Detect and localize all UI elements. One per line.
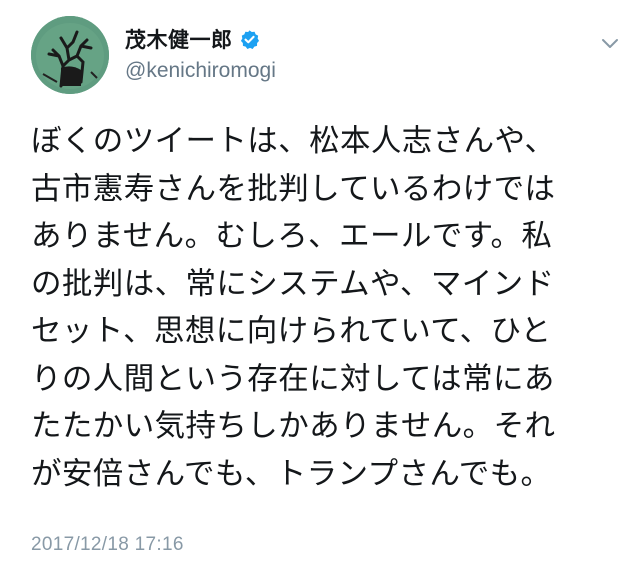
display-name[interactable]: 茂木健一郎 xyxy=(125,24,233,54)
tweet-text-line: ありません。むしろ、エールです。私 xyxy=(31,219,553,254)
tweet-text-line: たたかい気持ちしかありません。それ xyxy=(31,409,556,444)
tweet-text-line: が安倍さんでも、トランプさんでも。 xyxy=(31,456,552,492)
tweet-text-line: 古市憲寿さんを批判しているわけでは xyxy=(31,171,556,207)
verified-badge-icon xyxy=(239,29,260,50)
tweet-text-line: ぼくのツイートは、松本人志さんや、 xyxy=(31,124,556,159)
tweet-card: 茂木健一郎 @kenichiromogi ぼくのツイートは、松本人志さんや、 古… xyxy=(0,0,640,576)
tweet-text: ぼくのツイートは、松本人志さんや、 古市憲寿さんを批判しているわけでは ありませ… xyxy=(31,118,621,498)
author-handle[interactable]: @kenichiromogi xyxy=(125,59,276,83)
tweet-text-line: の批判は、常にシステムや、マインド xyxy=(31,266,555,302)
tweet-text-line: りの人間という存在に対しては常にあ xyxy=(31,361,555,397)
tweet-header: 茂木健一郎 @kenichiromogi xyxy=(31,14,621,94)
author-names: 茂木健一郎 @kenichiromogi xyxy=(125,24,276,83)
name-row: 茂木健一郎 xyxy=(125,24,276,54)
avatar-drawing-icon xyxy=(31,16,109,94)
chevron-down-icon[interactable] xyxy=(599,32,621,54)
tweet-timestamp[interactable]: 2017/12/18 17:16 xyxy=(31,534,184,556)
avatar[interactable] xyxy=(31,16,109,94)
tweet-text-line: セット、思想に向けられていて、ひと xyxy=(31,314,552,349)
